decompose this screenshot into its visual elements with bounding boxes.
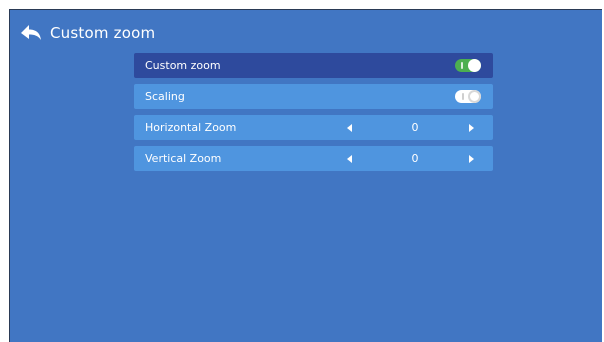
toggle-off-mark	[462, 93, 464, 100]
menu-item-label: Scaling	[145, 90, 185, 103]
page-title: Custom zoom	[50, 24, 156, 42]
horizontal-zoom-value: 0	[411, 121, 419, 134]
back-arrow-icon[interactable]	[20, 23, 42, 43]
menu-item-scaling[interactable]: Scaling	[134, 84, 493, 109]
triangle-left-icon[interactable]	[347, 155, 352, 163]
header: Custom zoom	[20, 22, 155, 44]
toggle-knob	[468, 59, 481, 72]
toggle-on-mark	[461, 62, 463, 69]
triangle-right-icon[interactable]	[469, 124, 474, 132]
menu-item-vertical-zoom[interactable]: Vertical Zoom 0	[134, 146, 493, 171]
menu-item-label: Custom zoom	[145, 59, 221, 72]
triangle-left-icon[interactable]	[347, 124, 352, 132]
toggle-knob	[468, 90, 481, 103]
menu-item-horizontal-zoom[interactable]: Horizontal Zoom 0	[134, 115, 493, 140]
menu-item-custom-zoom[interactable]: Custom zoom	[134, 53, 493, 78]
settings-menu: Custom zoom Scaling Horizontal Zoom 0 Ve…	[134, 53, 493, 177]
custom-zoom-toggle[interactable]	[455, 59, 481, 72]
scaling-toggle[interactable]	[455, 90, 481, 103]
menu-item-label: Horizontal Zoom	[145, 121, 237, 134]
triangle-right-icon[interactable]	[469, 155, 474, 163]
menu-item-label: Vertical Zoom	[145, 152, 222, 165]
settings-screen: Custom zoom Custom zoom Scaling Horizont…	[9, 9, 602, 342]
vertical-zoom-value: 0	[411, 152, 419, 165]
